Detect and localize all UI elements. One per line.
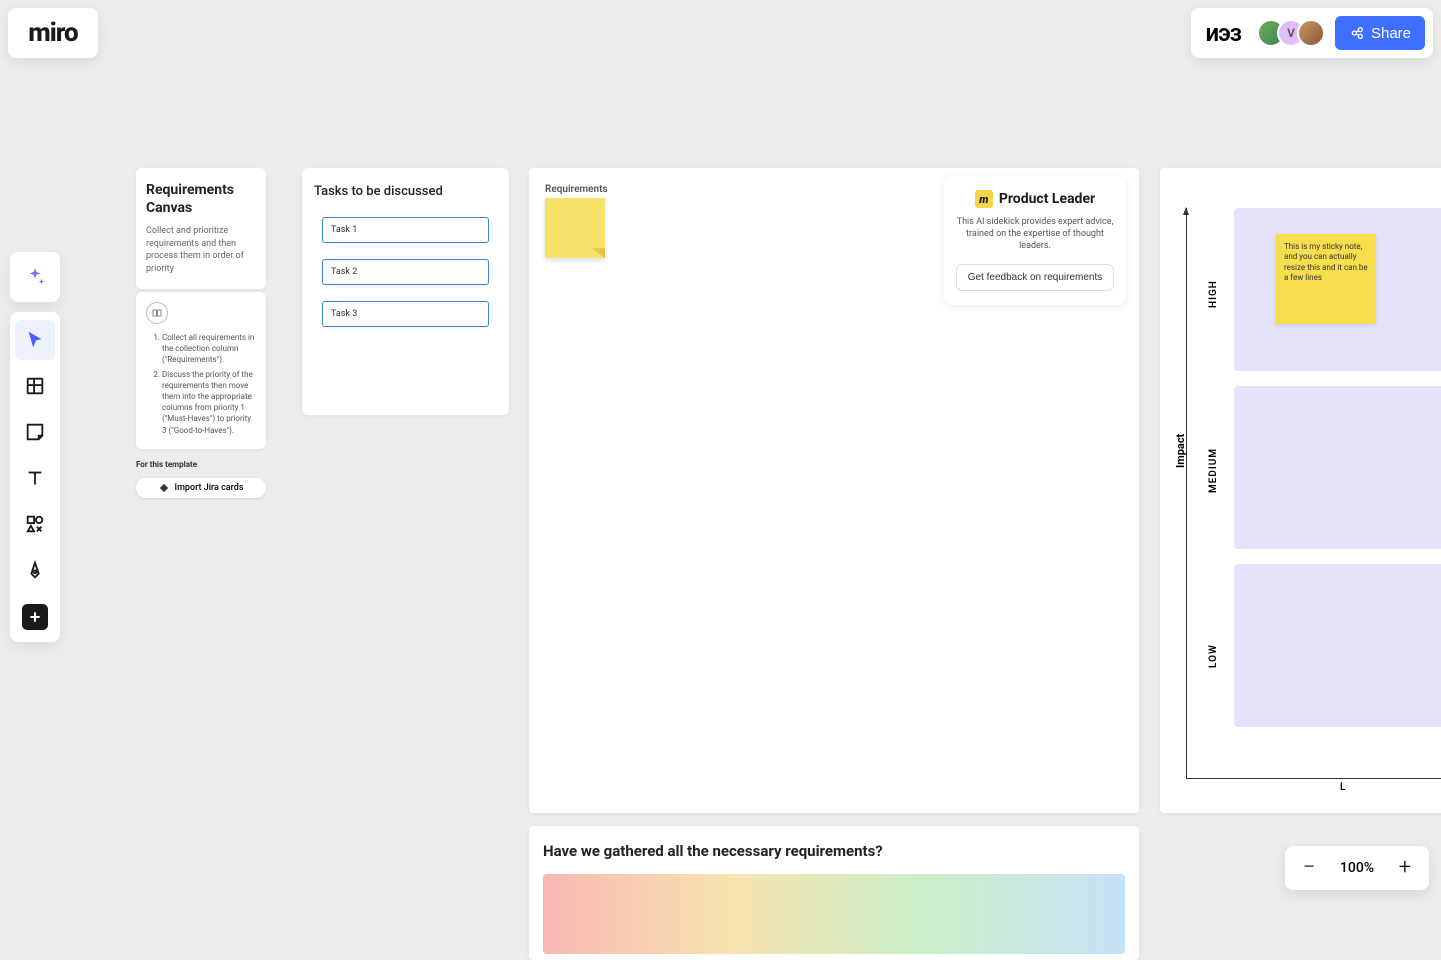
steps-panel[interactable]: Collect all requirements in the collecti… (136, 292, 266, 449)
task-card[interactable]: Task 1 (322, 217, 489, 243)
add-tool[interactable] (22, 604, 48, 630)
left-toolbar (10, 312, 60, 642)
product-leader-title: Product Leader (999, 191, 1095, 207)
template-label: For this template (136, 460, 197, 469)
text-tool[interactable] (15, 458, 55, 498)
frame-tool[interactable] (15, 366, 55, 406)
cursor-icon (24, 329, 46, 351)
share-label: Share (1371, 25, 1411, 42)
step-item: Collect all requirements in the collecti… (162, 332, 256, 366)
sparkle-icon (24, 266, 46, 288)
question-frame[interactable]: Have we gathered all the necessary requi… (529, 826, 1139, 960)
zoom-in-button[interactable]: + (1391, 854, 1419, 882)
plus-icon (27, 609, 43, 625)
logo[interactable]: miro (8, 8, 98, 58)
product-leader-desc: This AI sidekick provides expert advice,… (956, 216, 1114, 252)
shapes-tool[interactable] (15, 504, 55, 544)
panel-desc: Collect and prioritize requirements and … (146, 225, 256, 275)
jira-icon (159, 483, 169, 493)
x-axis-low-label: L (1340, 782, 1345, 793)
share-button[interactable]: Share (1335, 16, 1425, 50)
impact-matrix-frame[interactable]: Impact HIGH MEDIUM LOW This is my sticky… (1160, 168, 1441, 813)
collaborator-avatars[interactable]: V (1257, 19, 1325, 47)
matrix-cell-low[interactable] (1234, 564, 1441, 727)
import-label: Import Jira cards (175, 483, 244, 493)
tasks-title: Tasks to be discussed (314, 184, 497, 199)
board-name[interactable]: иэз (1199, 19, 1247, 47)
task-card[interactable]: Task 2 (322, 259, 489, 285)
shapes-icon (24, 513, 46, 535)
avatar[interactable] (1297, 19, 1325, 47)
ai-tool[interactable] (10, 252, 60, 302)
gradient-scale[interactable] (543, 874, 1125, 954)
low-label: LOW (1208, 644, 1219, 668)
step-item: Discuss the priority of the requirements… (162, 369, 256, 436)
frame-icon (24, 375, 46, 397)
tasks-panel[interactable]: Tasks to be discussed Task 1 Task 2 Task… (302, 168, 509, 415)
sticky-note[interactable]: This is my sticky note, and you can actu… (1276, 234, 1376, 324)
top-right-bar: иэз V Share (1191, 8, 1433, 58)
pen-tool[interactable] (15, 550, 55, 590)
task-card[interactable]: Task 3 (322, 301, 489, 327)
y-axis (1186, 208, 1187, 778)
pen-icon (24, 559, 46, 581)
question-title: Have we gathered all the necessary requi… (543, 842, 1125, 860)
import-jira-button[interactable]: Import Jira cards (136, 478, 266, 498)
book-icon (146, 302, 168, 324)
requirements-column-label: Requirements (545, 184, 608, 195)
zoom-level[interactable]: 100% (1340, 860, 1374, 876)
panel-title: Requirements Canvas (146, 182, 256, 217)
zoom-out-button[interactable]: − (1295, 854, 1323, 882)
get-feedback-button[interactable]: Get feedback on requirements (956, 264, 1114, 291)
zoom-controls: − 100% + (1285, 846, 1429, 890)
product-leader-header: m Product Leader (956, 190, 1114, 208)
select-tool[interactable] (15, 320, 55, 360)
text-icon (24, 467, 46, 489)
logo-text: miro (28, 18, 77, 48)
sticky-note-icon (24, 421, 46, 443)
sticky-text: This is my sticky note, and you can actu… (1284, 242, 1368, 282)
sticky-note-tool[interactable] (15, 412, 55, 452)
requirements-canvas-panel[interactable]: Requirements Canvas Collect and prioriti… (136, 168, 266, 289)
medium-label: MEDIUM (1208, 448, 1219, 493)
steps-list: Collect all requirements in the collecti… (146, 332, 256, 436)
y-axis-label: Impact (1174, 434, 1187, 468)
x-axis (1186, 778, 1441, 779)
product-leader-card[interactable]: m Product Leader This AI sidekick provid… (944, 176, 1126, 305)
high-label: HIGH (1208, 280, 1219, 308)
share-icon (1349, 25, 1365, 41)
matrix-cell-medium[interactable] (1234, 386, 1441, 549)
miro-icon: m (975, 190, 993, 208)
sticky-note[interactable] (545, 198, 605, 258)
